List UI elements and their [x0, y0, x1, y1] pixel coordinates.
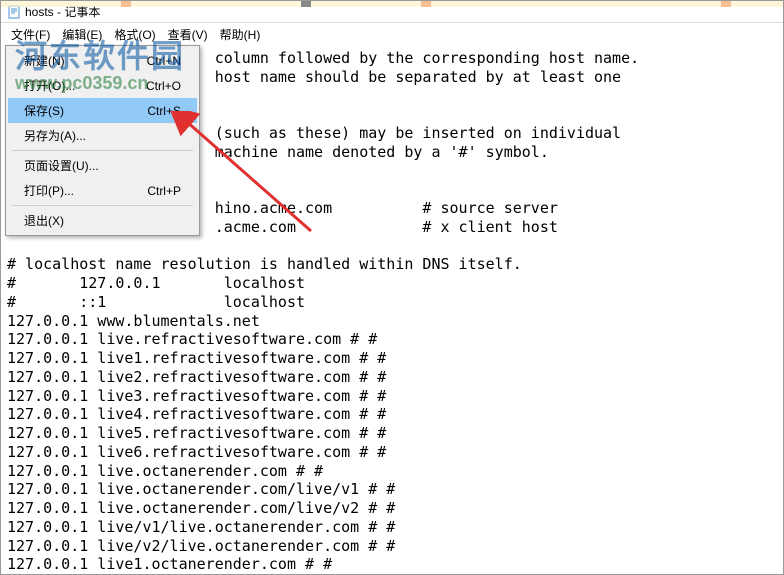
menu-format[interactable]: 格式(O)	[108, 24, 161, 45]
menu-item-shortcut: Ctrl+O	[146, 79, 181, 93]
menu-file[interactable]: 文件(F)	[5, 24, 56, 45]
menu-item-open[interactable]: 打开(O)... Ctrl+O	[8, 73, 197, 98]
menu-item-shortcut: Ctrl+P	[147, 184, 181, 198]
menu-item-label: 新建(N)	[24, 52, 65, 69]
menu-item-label: 打印(P)...	[24, 182, 74, 199]
menu-item-exit[interactable]: 退出(X)	[8, 208, 197, 233]
menu-item-pagesetup[interactable]: 页面设置(U)...	[8, 153, 197, 178]
menu-item-new[interactable]: 新建(N) Ctrl+N	[8, 48, 197, 73]
menu-item-shortcut: Ctrl+N	[147, 54, 181, 68]
menu-item-label: 打开(O)...	[24, 77, 75, 94]
file-menu-dropdown: 新建(N) Ctrl+N 打开(O)... Ctrl+O 保存(S) Ctrl+…	[5, 45, 200, 236]
menu-item-label: 保存(S)	[24, 102, 64, 119]
menu-item-print[interactable]: 打印(P)... Ctrl+P	[8, 178, 197, 203]
tab-strip-remnant	[1, 1, 783, 7]
menu-item-shortcut: Ctrl+S	[147, 104, 181, 118]
menu-item-label: 页面设置(U)...	[24, 157, 99, 174]
menu-item-saveas[interactable]: 另存为(A)...	[8, 123, 197, 148]
menu-item-label: 退出(X)	[24, 212, 64, 229]
menu-item-save[interactable]: 保存(S) Ctrl+S	[8, 98, 197, 123]
menu-edit[interactable]: 编辑(E)	[56, 24, 108, 45]
menu-view[interactable]: 查看(V)	[162, 24, 214, 45]
menu-bar: 文件(F) 编辑(E) 格式(O) 查看(V) 帮助(H)	[1, 23, 783, 45]
menu-separator	[12, 205, 193, 206]
menu-item-label: 另存为(A)...	[24, 127, 86, 144]
menu-separator	[12, 150, 193, 151]
menu-help[interactable]: 帮助(H)	[214, 24, 267, 45]
